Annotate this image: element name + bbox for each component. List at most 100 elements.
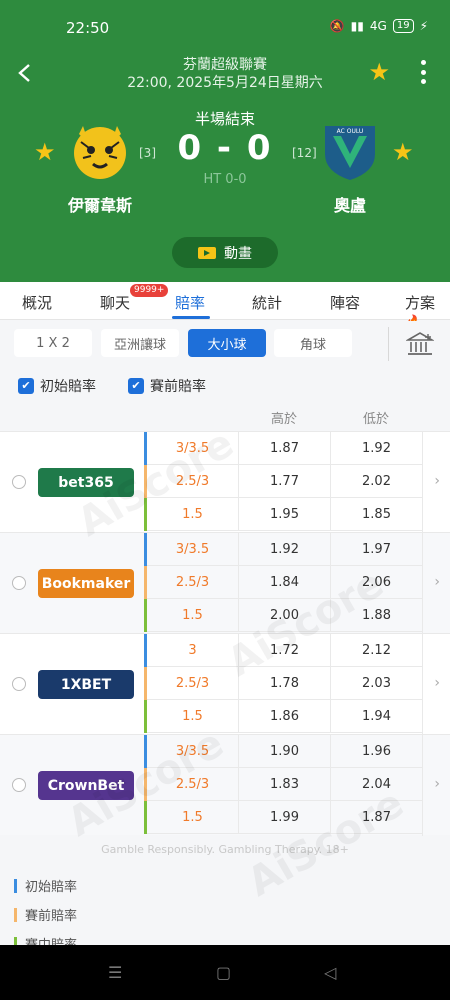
chevron-right-icon[interactable]: › [434,776,440,792]
half-time-score: HT 0-0 [203,172,247,187]
odds-row-live: 1.5 2.00 1.88 [144,599,422,632]
status-time: 22:50 [66,19,110,37]
tab-stats[interactable]: 統計 [252,292,282,313]
filter-initial-odds[interactable]: ✔ 初始賠率 [18,376,96,396]
bookmaker-logo: 1XBET [38,670,134,699]
odds-row-initial: 3/3.5 1.90 1.96 [144,735,422,768]
score: 0 - 0 [177,128,273,168]
odds-under: 1.85 [330,498,422,531]
tab-overview[interactable]: 概況 [22,292,52,313]
odds-over: 1.92 [238,533,330,566]
odds-row-initial: 3/3.5 1.92 1.97 [144,533,422,566]
odds-under: 1.92 [330,432,422,465]
odds-under: 2.04 [330,768,422,801]
odds-row-initial: 3 1.72 2.12 [144,634,422,667]
home-icon[interactable]: ▢ [216,963,231,982]
odds-row-live: 1.5 1.99 1.87 [144,801,422,834]
select-radio[interactable] [12,677,26,691]
status-icons: 🔕 ▮▮ 4G 19 ⚡ [330,19,428,33]
away-rank: [12] [292,146,317,160]
odds-under: 2.03 [330,667,422,700]
away-logo-text: AC OULU [337,128,364,135]
chat-badge: 9999+ [130,284,169,297]
divider [388,327,389,361]
bookmaker-settings-icon[interactable] [406,331,434,357]
legend-initial: 初始賠率 [14,876,77,895]
bookmaker-logo: Bookmaker [38,569,134,598]
nav-back-icon[interactable]: ◁ [324,963,336,982]
home-rank: [3] [139,146,156,160]
column-over: 高於 [270,412,297,427]
home-team-logo[interactable] [69,120,131,182]
odds-row-live: 1.5 1.95 1.85 [144,498,422,531]
bookmaker-logo: bet365 [38,468,134,497]
tab-tips-label: 方案 [405,294,436,312]
match-tabs: 概況 聊天 9999+ 賠率 統計 陣容 方案🔥 [0,282,450,331]
chevron-right-icon[interactable]: › [434,574,440,590]
odds-type-corners[interactable]: 角球 [274,329,352,357]
away-follow-star-icon[interactable]: ★ [392,138,414,166]
tab-odds[interactable]: 賠率 [175,292,205,313]
select-radio[interactable] [12,475,26,489]
odds-line: 2.5/3 [175,777,210,792]
filter-prematch-odds[interactable]: ✔ 賽前賠率 [128,376,206,396]
filter-prematch-label: 賽前賠率 [150,379,206,395]
odds-under: 2.02 [330,465,422,498]
bookmaker-logo: CrownBet [38,771,134,800]
favorite-star-icon[interactable]: ★ [368,58,390,86]
bookmaker-row[interactable]: Bookmaker 3/3.5 1.92 1.97 2.5/3 1.84 2.06 1.5 2.… [0,532,450,634]
legend-prematch: 賽前賠率 [14,905,77,924]
bookmaker-row[interactable]: 1XBET 3 1.72 2.12 2.5/3 1.78 2.03 1.5 1.86 1.94 › [0,633,450,735]
odds-line: 3 [188,643,197,658]
mute-icon: 🔕 [329,19,345,33]
odds-table: 高於 低於 bet365 3/3.5 1.87 1.92 2.5/3 1.77 2.02 1.… [0,402,450,836]
odds-type-1x2[interactable]: 1 X 2 [14,329,92,357]
odds-filters: ✔ 初始賠率 ✔ 賽前賠率 [0,368,450,402]
animation-button[interactable]: 動畫 [172,237,278,268]
chevron-right-icon[interactable]: › [434,473,440,489]
table-header: 高於 低於 [0,402,450,431]
checkbox-checked-icon: ✔ [18,378,34,394]
away-team-name[interactable]: 奧盧 [290,192,410,216]
chevron-right-icon[interactable]: › [434,675,440,691]
home-follow-star-icon[interactable]: ★ [34,138,56,166]
odds-under: 2.12 [330,634,422,667]
odds-type-selector: 1 X 2 亞洲讓球 大小球 角球 [0,321,450,367]
odds-line: 2.5/3 [175,474,210,489]
disclaimer: Gamble Responsibly. Gambling Therapy. 18… [101,843,349,856]
odds-over: 1.86 [238,700,330,733]
filter-initial-label: 初始賠率 [40,379,96,395]
tab-chat[interactable]: 聊天 [100,292,130,313]
odds-under: 1.97 [330,533,422,566]
select-radio[interactable] [12,778,26,792]
tab-lineups[interactable]: 陣容 [330,292,360,313]
bookmaker-row[interactable]: bet365 3/3.5 1.87 1.92 2.5/3 1.77 2.02 1.5 1.95 1… [0,431,450,533]
odds-row-prematch: 2.5/3 1.83 2.04 [144,768,422,801]
away-team-logo[interactable]: AC OULU [319,120,381,182]
odds-line: 1.5 [182,608,203,623]
odds-type-asian-handicap[interactable]: 亞洲讓球 [101,329,179,357]
charging-icon: ⚡ [419,19,428,33]
odds-over: 2.00 [238,599,330,632]
odds-under: 1.94 [330,700,422,733]
odds-over: 1.99 [238,801,330,834]
more-menu-icon[interactable] [420,60,426,84]
odds-line: 3/3.5 [175,542,210,557]
odds-line: 3/3.5 [175,744,210,759]
odds-type-over-under[interactable]: 大小球 [188,329,266,357]
home-team-name[interactable]: 伊爾韋斯 [40,192,160,216]
odds-over: 1.90 [238,735,330,768]
column-under: 低於 [362,412,389,427]
odds-row-prematch: 2.5/3 1.77 2.02 [144,465,422,498]
legend-color-initial [14,878,17,893]
legend-prematch-label: 賽前賠率 [25,909,78,924]
odds-over: 1.72 [238,634,330,667]
bookmaker-row[interactable]: CrownBet 3/3.5 1.90 1.96 2.5/3 1.83 2.04 1.5 1.9… [0,734,450,836]
recent-apps-icon[interactable]: ☰ [108,963,122,982]
odds-under: 1.88 [330,599,422,632]
odds-line: 2.5/3 [175,676,210,691]
play-icon [198,246,216,259]
odds-line: 1.5 [182,709,203,724]
odds-over: 1.87 [238,432,330,465]
select-radio[interactable] [12,576,26,590]
